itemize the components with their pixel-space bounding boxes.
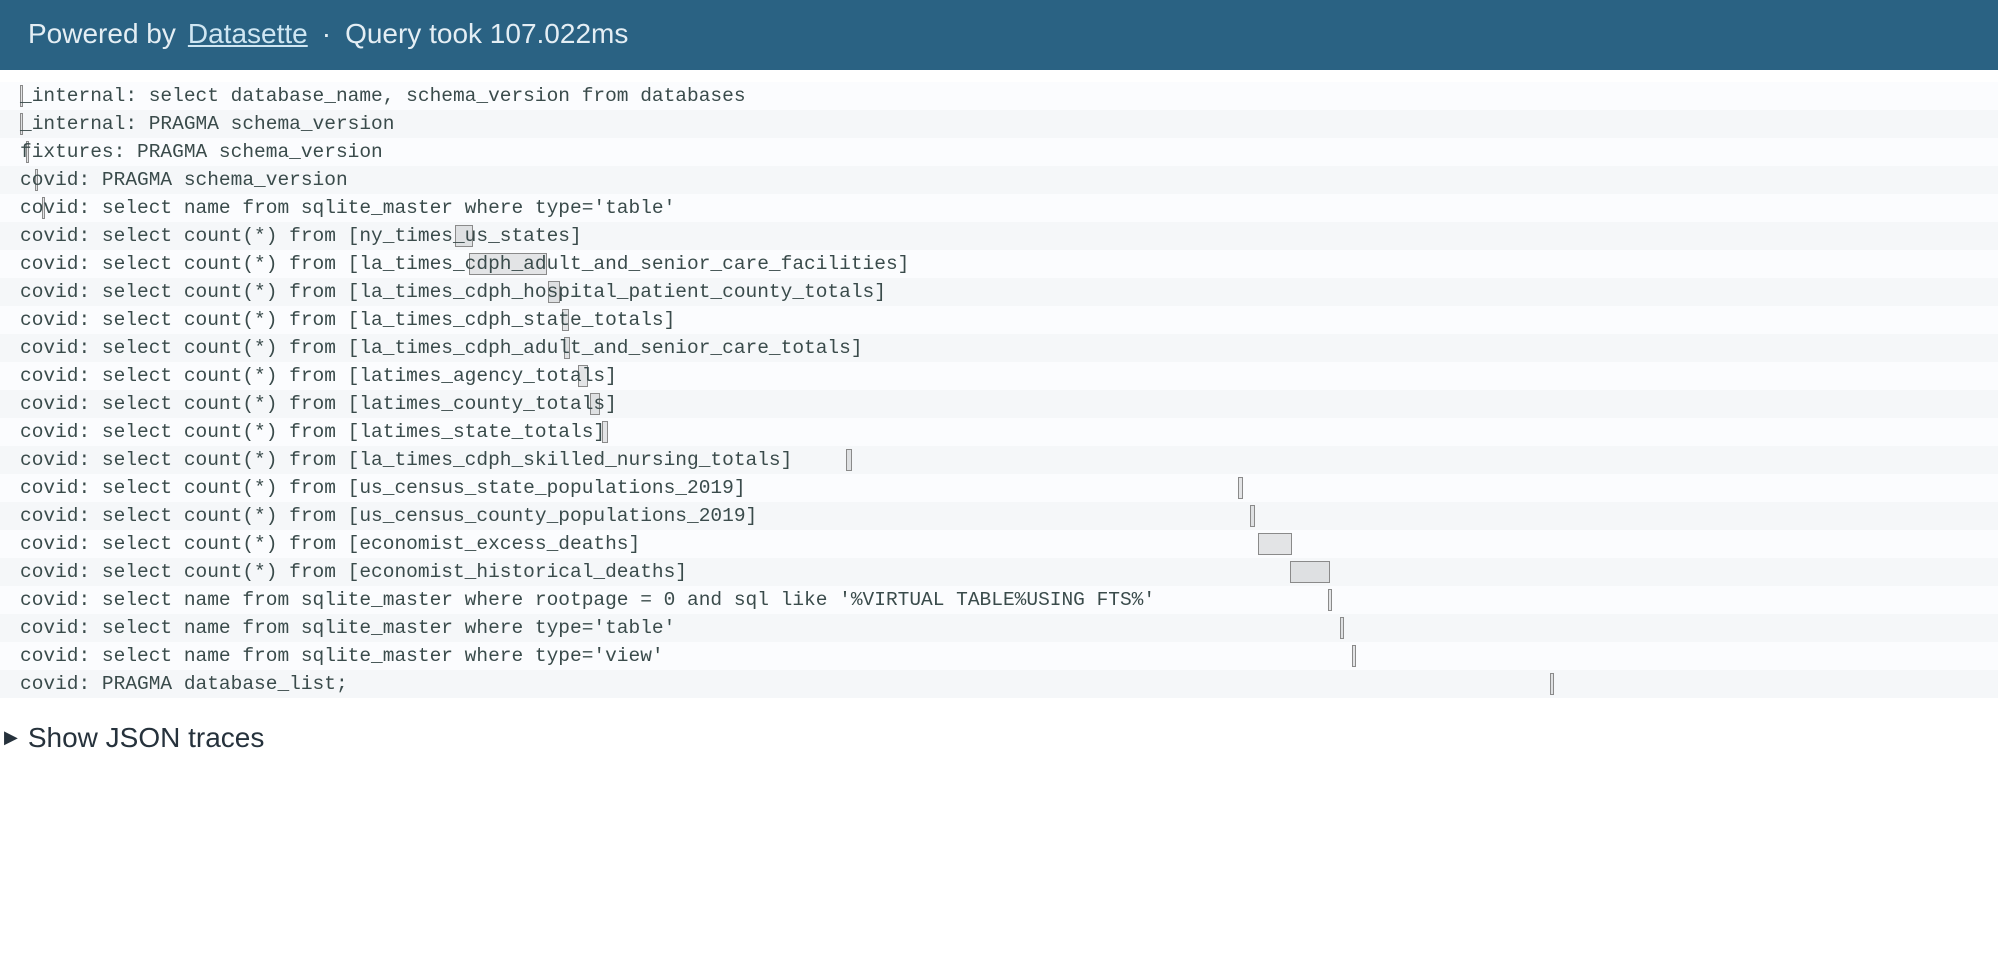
trace-row: _internal: select database_name, schema_…	[0, 82, 1998, 110]
trace-text: covid: select count(*) from [latimes_age…	[20, 365, 617, 387]
query-took-label: Query took 107.022ms	[345, 18, 628, 50]
trace-row: covid: select name from sqlite_master wh…	[0, 194, 1998, 222]
trace-text: covid: select name from sqlite_master wh…	[20, 645, 664, 667]
trace-text: covid: select count(*) from [economist_h…	[20, 561, 687, 583]
trace-row: _internal: PRAGMA schema_version	[0, 110, 1998, 138]
trace-text: _internal: select database_name, schema_…	[20, 85, 746, 107]
timing-bar	[846, 449, 852, 471]
trace-text: covid: PRAGMA schema_version	[20, 169, 348, 191]
timing-bar	[1352, 645, 1356, 667]
show-json-traces-toggle[interactable]: ▶ Show JSON traces	[0, 706, 1998, 774]
trace-text: covid: select count(*) from [la_times_cd…	[20, 337, 863, 359]
trace-text: covid: select name from sqlite_master wh…	[20, 617, 675, 639]
timing-bar	[1258, 533, 1292, 555]
trace-text: covid: select count(*) from [ny_times_us…	[20, 225, 582, 247]
trace-row: covid: select count(*) from [la_times_cd…	[0, 446, 1998, 474]
timing-bar	[1550, 673, 1554, 695]
trace-text: covid: select count(*) from [la_times_cd…	[20, 309, 675, 331]
timing-bar	[1290, 561, 1330, 583]
trace-row: covid: select count(*) from [la_times_cd…	[0, 278, 1998, 306]
trace-row: covid: select count(*) from [la_times_cd…	[0, 250, 1998, 278]
trace-text: covid: select count(*) from [la_times_cd…	[20, 449, 792, 471]
trace-row: covid: select count(*) from [us_census_c…	[0, 502, 1998, 530]
trace-text: fixtures: PRAGMA schema_version	[20, 141, 383, 163]
trace-row: covid: select count(*) from [us_census_s…	[0, 474, 1998, 502]
powered-by-label: Powered by	[28, 18, 176, 50]
trace-text: covid: PRAGMA database_list;	[20, 673, 348, 695]
trace-row: covid: select count(*) from [latimes_cou…	[0, 390, 1998, 418]
trace-text: covid: select count(*) from [latimes_cou…	[20, 393, 617, 415]
trace-row: covid: select name from sqlite_master wh…	[0, 586, 1998, 614]
timing-bar	[1328, 589, 1332, 611]
trace-row: covid: select count(*) from [la_times_cd…	[0, 306, 1998, 334]
trace-list: _internal: select database_name, schema_…	[0, 70, 1998, 706]
trace-row: covid: select count(*) from [latimes_sta…	[0, 418, 1998, 446]
trace-row: covid: select count(*) from [la_times_cd…	[0, 334, 1998, 362]
timing-bar	[1250, 505, 1255, 527]
trace-text: _internal: PRAGMA schema_version	[20, 113, 394, 135]
trace-row: covid: select count(*) from [economist_e…	[0, 530, 1998, 558]
datasette-link[interactable]: Datasette	[188, 18, 308, 50]
separator-dot: ·	[322, 18, 331, 50]
trace-text: covid: select count(*) from [us_census_c…	[20, 505, 757, 527]
trace-row: covid: select count(*) from [ny_times_us…	[0, 222, 1998, 250]
timing-bar	[1340, 617, 1344, 639]
trace-row: covid: select count(*) from [economist_h…	[0, 558, 1998, 586]
trace-row: covid: PRAGMA schema_version	[0, 166, 1998, 194]
trace-text: covid: select count(*) from [us_census_s…	[20, 477, 746, 499]
trace-row: fixtures: PRAGMA schema_version	[0, 138, 1998, 166]
trace-text: covid: select count(*) from [economist_e…	[20, 533, 640, 555]
trace-row: covid: select name from sqlite_master wh…	[0, 614, 1998, 642]
trace-text: covid: select name from sqlite_master wh…	[20, 197, 675, 219]
trace-row: covid: select count(*) from [latimes_age…	[0, 362, 1998, 390]
trace-text: covid: select count(*) from [la_times_cd…	[20, 253, 909, 275]
timing-bar	[1238, 477, 1243, 499]
footer-bar: Powered by Datasette · Query took 107.02…	[0, 0, 1998, 70]
trace-row: covid: select name from sqlite_master wh…	[0, 642, 1998, 670]
trace-text: covid: select count(*) from [latimes_sta…	[20, 421, 605, 443]
disclosure-label: Show JSON traces	[28, 722, 265, 754]
disclosure-triangle-icon: ▶	[4, 727, 18, 748]
trace-text: covid: select count(*) from [la_times_cd…	[20, 281, 886, 303]
trace-row: covid: PRAGMA database_list;	[0, 670, 1998, 698]
trace-text: covid: select name from sqlite_master wh…	[20, 589, 1155, 611]
